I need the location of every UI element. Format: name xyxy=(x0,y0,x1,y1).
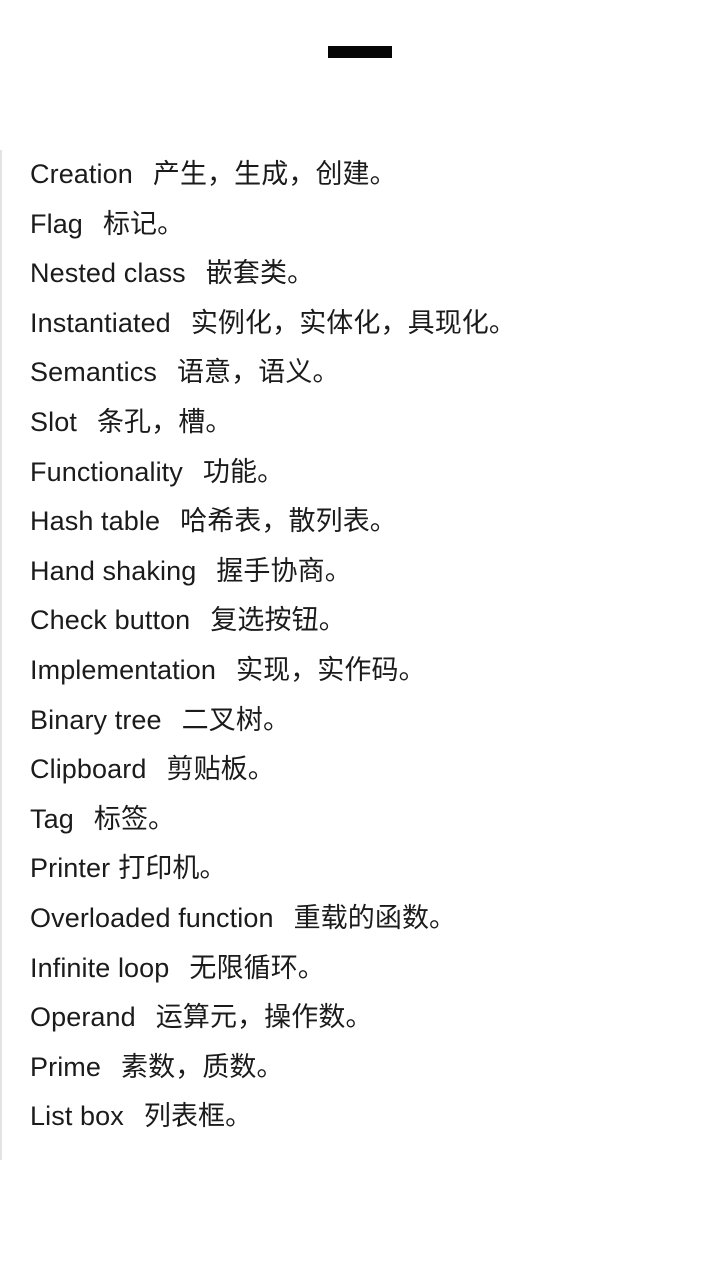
glossary-term: Infinite loop xyxy=(30,952,170,983)
glossary-definition: 二叉树。 xyxy=(181,704,291,735)
glossary-entry[interactable]: Prime 素数，质数。 xyxy=(2,1043,720,1093)
glossary-term: Binary tree xyxy=(30,704,162,735)
glossary-definition: 列表框。 xyxy=(143,1101,253,1132)
glossary-term: Prime xyxy=(30,1051,102,1082)
glossary-definition: 素数，质数。 xyxy=(121,1051,284,1082)
glossary-entry[interactable]: Clipboard 剪贴板。 xyxy=(2,745,720,795)
glossary-entry[interactable]: Implementation 实现，实作码。 xyxy=(2,646,720,696)
glossary-definition: 嵌套类。 xyxy=(205,258,315,289)
glossary-term: Semantics xyxy=(30,357,157,388)
glossary-entry[interactable]: Nested class 嵌套类。 xyxy=(2,249,720,299)
glossary-term: Creation xyxy=(30,159,133,189)
glossary-definition: 握手协商。 xyxy=(216,555,352,586)
glossary-term: Functionality xyxy=(30,456,183,487)
drag-handle-icon[interactable] xyxy=(328,46,392,58)
glossary-definition: 运算元，操作数。 xyxy=(155,1002,373,1033)
glossary-term: Slot xyxy=(30,406,77,437)
glossary-definition: 产生，生成，创建。 xyxy=(152,159,397,189)
glossary-definition: 功能。 xyxy=(202,456,285,487)
glossary-term: Operand xyxy=(30,1002,136,1033)
glossary-definition: 标记。 xyxy=(102,208,185,239)
glossary-entry[interactable]: Printer 打印机。 xyxy=(2,844,720,894)
glossary-definition: 实例化，实体化，具现化。 xyxy=(190,307,517,338)
glossary-entry[interactable]: Flag 标记。 xyxy=(2,200,720,250)
glossary-entry[interactable]: Hash table 哈希表，散列表。 xyxy=(2,497,720,547)
glossary-entry[interactable]: Binary tree 二叉树。 xyxy=(2,696,720,746)
glossary-definition: 哈希表，散列表。 xyxy=(180,506,397,537)
glossary-definition: 打印机。 xyxy=(118,853,227,884)
glossary-term: Instantiated xyxy=(30,307,171,338)
glossary-entry[interactable]: Tag 标签。 xyxy=(2,795,720,845)
glossary-term: List box xyxy=(30,1101,124,1132)
glossary-term: Hand shaking xyxy=(30,555,197,586)
glossary-entry[interactable]: Check button 复选按钮。 xyxy=(2,596,720,646)
glossary-list: Creation 产生，生成，创建。 Flag 标记。 Nested class 嵌套类。… xyxy=(2,150,720,1142)
glossary-panel: Creation 产生，生成，创建。 Flag 标记。 Nested class 嵌套类。… xyxy=(0,150,720,1160)
glossary-entry[interactable]: Slot 条孔，槽。 xyxy=(2,398,720,448)
glossary-entry[interactable]: Operand 运算元，操作数。 xyxy=(2,993,720,1043)
glossary-term: Implementation xyxy=(30,654,216,685)
glossary-definition: 剪贴板。 xyxy=(166,754,275,785)
glossary-term: Printer xyxy=(30,853,111,884)
glossary-entry[interactable]: Creation 产生，生成，创建。 xyxy=(2,150,720,200)
glossary-term: Overloaded function xyxy=(30,902,274,933)
glossary-term: Clipboard xyxy=(30,754,147,785)
glossary-term: Hash table xyxy=(30,506,161,537)
glossary-entry[interactable]: Overloaded function 重载的函数。 xyxy=(2,894,720,944)
glossary-definition: 复选按钮。 xyxy=(210,605,346,636)
glossary-entry[interactable]: Semantics 语意，语义。 xyxy=(2,348,720,398)
glossary-definition: 语意，语义。 xyxy=(176,357,340,388)
glossary-term: Check button xyxy=(30,605,191,636)
glossary-entry[interactable]: List box 列表框。 xyxy=(2,1092,720,1142)
glossary-term: Flag xyxy=(30,208,83,239)
glossary-entry[interactable]: Infinite loop 无限循环。 xyxy=(2,944,720,994)
glossary-definition: 重载的函数。 xyxy=(293,902,457,933)
glossary-entry[interactable]: Instantiated 实例化，实体化，具现化。 xyxy=(2,299,720,349)
glossary-entry[interactable]: Functionality 功能。 xyxy=(2,448,720,498)
glossary-definition: 条孔，槽。 xyxy=(96,406,233,437)
top-bar xyxy=(0,0,720,104)
glossary-definition: 无限循环。 xyxy=(189,952,325,983)
glossary-definition: 标签。 xyxy=(93,803,176,834)
glossary-term: Tag xyxy=(30,803,74,834)
glossary-term: Nested class xyxy=(30,258,186,289)
glossary-entry[interactable]: Hand shaking 握手协商。 xyxy=(2,547,720,597)
glossary-definition: 实现，实作码。 xyxy=(236,654,426,685)
